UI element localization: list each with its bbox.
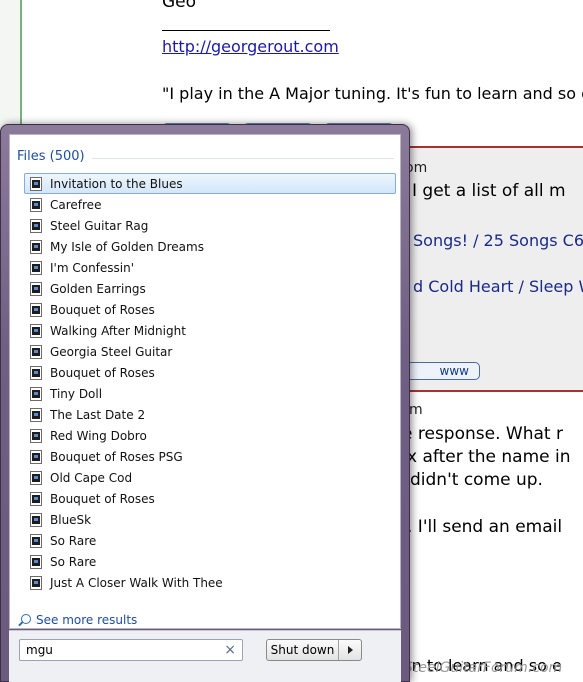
file-name-label: Walking After Midnight (50, 323, 186, 338)
music-file-icon (30, 449, 42, 464)
file-result-item[interactable]: Bouquet of Roses (24, 299, 396, 320)
clear-search-icon[interactable]: × (224, 642, 236, 658)
post-text-line: didn't come up. (410, 470, 543, 490)
file-name-label: Just A Closer Walk With Thee (50, 575, 223, 590)
music-file-icon (30, 281, 42, 296)
file-name-label: Georgia Steel Guitar (50, 344, 173, 359)
file-name-label: Bouquet of Roses (50, 491, 155, 506)
file-result-item[interactable]: So Rare (24, 530, 396, 551)
file-name-label: So Rare (50, 554, 97, 569)
search-results-pane: Files (500) Invitation to the Blues Caref… (9, 134, 401, 629)
file-name-label: So Rare (50, 533, 97, 548)
post-link-line[interactable]: d Cold Heart / Sleep W (413, 277, 583, 296)
music-file-icon (30, 554, 42, 569)
music-file-icon (30, 302, 42, 317)
file-result-item[interactable]: Georgia Steel Guitar (24, 341, 396, 362)
see-more-label: See more results (36, 613, 138, 627)
file-name-label: BlueSk (50, 512, 92, 527)
music-file-icon (30, 365, 42, 380)
file-result-item[interactable]: Red Wing Dobro (24, 425, 396, 446)
shutdown-button-group: Shut down (266, 639, 362, 661)
start-menu: Files (500) Invitation to the Blues Caref… (0, 124, 410, 682)
signature-quote: "I play in the A Major tuning. It's fun … (162, 84, 583, 103)
forum-post-top: Geo http://georgerout.com "I play in the… (24, 0, 583, 133)
file-result-item[interactable]: Golden Earrings (24, 278, 396, 299)
file-result-item[interactable]: Walking After Midnight (24, 320, 396, 341)
post-text-line: I get a list of all m (412, 181, 566, 201)
file-name-label: Bouquet of Roses PSG (50, 449, 183, 464)
file-results-list: Invitation to the Blues Carefree Steel Gui… (24, 173, 396, 593)
file-name-label: Red Wing Dobro (50, 428, 147, 443)
music-file-icon (30, 239, 42, 254)
post-text-line: x after the name in (407, 447, 571, 467)
music-file-icon (30, 470, 42, 485)
search-input[interactable] (26, 643, 216, 657)
file-name-label: Bouquet of Roses (50, 365, 155, 380)
music-file-icon (30, 386, 42, 401)
file-name-label: Invitation to the Blues (50, 176, 183, 191)
file-result-item[interactable]: Old Cape Cod (24, 467, 396, 488)
file-result-item[interactable]: Steel Guitar Rag (24, 215, 396, 236)
file-name-label: Old Cape Cod (50, 470, 133, 485)
file-result-item[interactable]: Carefree (24, 194, 396, 215)
file-name-label: I'm Confessin' (50, 260, 135, 275)
section-divider (92, 158, 394, 159)
file-result-item[interactable]: Just A Closer Walk With Thee (24, 572, 396, 593)
search-icon (18, 613, 31, 627)
post-header-fragment: m (409, 402, 423, 418)
music-file-icon (30, 344, 42, 359)
music-file-icon (30, 575, 42, 590)
music-file-icon (30, 407, 42, 422)
file-name-label: Golden Earrings (50, 281, 146, 296)
file-result-item[interactable]: Invitation to the Blues (24, 173, 396, 194)
file-result-item[interactable]: Bouquet of Roses PSG (24, 446, 396, 467)
file-result-item[interactable]: So Rare (24, 551, 396, 572)
file-result-item[interactable]: The Last Date 2 (24, 404, 396, 425)
file-name-label: Steel Guitar Rag (50, 218, 149, 233)
post-text-line: e response. What r (402, 424, 563, 444)
file-result-item[interactable]: Tiny Doll (24, 383, 396, 404)
music-file-icon (30, 197, 42, 212)
shutdown-button[interactable]: Shut down (267, 640, 339, 660)
music-file-icon (30, 323, 42, 338)
music-file-icon (30, 176, 42, 191)
file-result-item[interactable]: I'm Confessin' (24, 257, 396, 278)
music-file-icon (30, 491, 42, 506)
file-name-label: My Isle of Golden Dreams (50, 239, 204, 254)
start-menu-bottom-bar: × Shut down (9, 630, 401, 682)
post-link-line[interactable]: Songs! / 25 Songs C6 (413, 231, 583, 250)
file-name-label: Carefree (50, 197, 102, 212)
music-file-icon (30, 218, 42, 233)
files-section-title[interactable]: Files (500) (17, 149, 85, 164)
file-result-item[interactable]: My Isle of Golden Dreams (24, 236, 396, 257)
shutdown-options-button[interactable] (339, 640, 361, 660)
file-result-item[interactable]: Bouquet of Roses (24, 488, 396, 509)
file-name-label: The Last Date 2 (50, 407, 146, 422)
post-text-line: . I'll send an email (407, 517, 563, 537)
search-box[interactable]: × (19, 639, 243, 661)
signature-divider (162, 30, 330, 31)
file-name-label: Tiny Doll (50, 386, 103, 401)
file-result-item[interactable]: BlueSk (24, 509, 396, 530)
www-button[interactable]: www (406, 362, 480, 380)
arrow-right-icon (347, 646, 353, 654)
music-file-icon (30, 260, 42, 275)
file-result-item[interactable]: Bouquet of Roses (24, 362, 396, 383)
forum-watermark: SteelGuitarForum.com (404, 660, 563, 676)
file-name-label: Bouquet of Roses (50, 302, 155, 317)
music-file-icon (30, 512, 42, 527)
music-file-icon (30, 533, 42, 548)
post-author-name: Geo (162, 0, 197, 12)
music-file-icon (30, 428, 42, 443)
see-more-results-link[interactable]: See more results (18, 613, 137, 627)
author-website-link[interactable]: http://georgerout.com (162, 37, 339, 56)
